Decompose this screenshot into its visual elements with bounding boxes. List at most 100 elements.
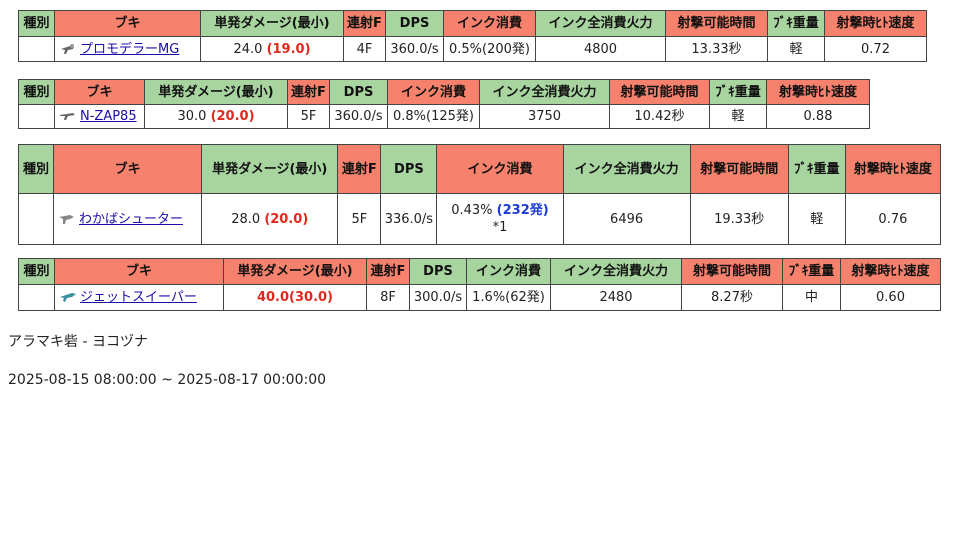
header-fire-time: 射撃可能時間: [681, 258, 783, 285]
cell-dps: 300.0/s: [409, 284, 467, 311]
header-fire-rate: 連射F: [343, 10, 386, 37]
damage-min-value: (20.0): [264, 211, 309, 227]
cell-ink: 0.8%(125発): [387, 104, 480, 129]
damage-min-value: (20.0): [210, 109, 255, 124]
header-weight: ﾌﾞｷ重量: [787, 144, 846, 194]
header-ink-total-power: インク全消費火力: [562, 144, 691, 194]
header-weapon: ブキ: [54, 10, 201, 37]
header-type: 種別: [18, 10, 55, 37]
weapon-link[interactable]: ジェットスイーパー: [80, 290, 197, 305]
header-ink-total-power: インク全消費火力: [479, 79, 610, 105]
header-weight: ﾌﾞｷ重量: [709, 79, 767, 105]
cell-weight: 中: [782, 284, 841, 311]
table-header-row: 種別 ブキ 単発ダメージ(最小) 連射F DPS インク消費 インク全消費火力 …: [18, 10, 927, 37]
damage-value: 28.0: [231, 211, 261, 227]
cell-type: [18, 284, 55, 311]
weapon-table-1: 種別 ブキ 単発ダメージ(最小) 連射F DPS インク消費 インク全消費火力 …: [18, 10, 927, 62]
cell-dps: 360.0/s: [385, 36, 444, 62]
header-ink-total-power: インク全消費火力: [550, 258, 682, 285]
weapon-table-3: 種別 ブキ 単発ダメージ(最小) 連射F DPS インク消費 インク全消費火力 …: [17, 144, 942, 245]
cell-fire-time: 19.33秒: [689, 193, 789, 245]
header-weight: ﾌﾞｷ重量: [782, 258, 841, 285]
cell-weight: 軽: [709, 104, 767, 129]
cell-fire-rate: 5F: [287, 104, 330, 129]
table-row: N-ZAP85 30.0 (20.0) 5F 360.0/s 0.8%(125発…: [18, 104, 870, 129]
header-fire-time: 射撃可能時間: [665, 10, 768, 37]
table-header-row: 種別 ブキ 単発ダメージ(最小) 連射F DPS インク消費 インク全消費火力 …: [18, 79, 870, 105]
header-type: 種別: [17, 144, 55, 194]
cell-damage: 28.0 (20.0): [201, 193, 339, 245]
header-dps: DPS: [385, 10, 444, 37]
cell-weapon: N-ZAP85: [54, 104, 145, 129]
damage-value: 40.0(30.0): [256, 290, 334, 305]
cell-ink-total-power: 4800: [535, 36, 666, 62]
cell-ink: 0.5%(200発): [443, 36, 536, 62]
header-ink: インク消費: [466, 258, 551, 285]
header-fire-time: 射撃可能時間: [689, 144, 789, 194]
cell-ink-total-power: 6496: [562, 193, 691, 245]
cell-damage: 40.0(30.0): [223, 284, 367, 311]
cell-fire-rate: 4F: [343, 36, 386, 62]
header-weight: ﾌﾞｷ重量: [767, 10, 825, 37]
cell-dps: 360.0/s: [329, 104, 388, 129]
table-header-row: 種別 ブキ 単発ダメージ(最小) 連射F DPS インク消費 インク全消費火力 …: [17, 144, 942, 194]
cell-fire-time: 10.42秒: [609, 104, 710, 129]
damage-value: 24.0: [233, 41, 263, 57]
ink-shots: (232発): [496, 203, 549, 218]
header-ink: インク消費: [436, 144, 564, 194]
jet-squelcher-icon: [60, 293, 76, 302]
header-fire-rate: 連射F: [287, 79, 330, 105]
damage-min-value: (19.0): [266, 41, 311, 57]
header-speed: 射撃時ﾋﾄ速度: [824, 10, 927, 37]
pro-mode-gun-icon: [61, 43, 74, 54]
table-header-row: 種別 ブキ 単発ダメージ(最小) 連射F DPS インク消費 インク全消費火力 …: [18, 258, 941, 285]
cell-weapon: わかばシューター: [53, 193, 203, 245]
zap-gun-icon: [60, 113, 75, 120]
header-dps: DPS: [409, 258, 467, 285]
cell-ink: 1.6%(62発): [466, 284, 551, 311]
header-fire-time: 射撃可能時間: [609, 79, 710, 105]
header-weapon: ブキ: [53, 144, 203, 194]
header-weapon: ブキ: [54, 258, 224, 285]
header-ink: インク消費: [443, 10, 536, 37]
cell-speed: 0.88: [766, 104, 870, 129]
cell-type: [17, 193, 55, 245]
weapon-link[interactable]: わかばシューター: [79, 212, 183, 227]
header-damage: 単発ダメージ(最小): [201, 144, 339, 194]
weapon-table-4: 種別 ブキ 単発ダメージ(最小) 連射F DPS インク消費 インク全消費火力 …: [18, 258, 941, 311]
splattershot-jr-icon: [59, 214, 75, 224]
header-damage: 単発ダメージ(最小): [223, 258, 367, 285]
header-dps: DPS: [380, 144, 438, 194]
cell-fire-rate: 5F: [337, 193, 382, 245]
cell-fire-time: 8.27秒: [681, 284, 783, 311]
cell-ink-total-power: 3750: [479, 104, 610, 129]
header-speed: 射撃時ﾋﾄ速度: [766, 79, 870, 105]
header-weapon: ブキ: [54, 79, 145, 105]
weapon-link[interactable]: N-ZAP85: [80, 109, 137, 124]
header-damage: 単発ダメージ(最小): [200, 10, 344, 37]
header-dps: DPS: [329, 79, 388, 105]
table-row: プロモデラーMG 24.0 (19.0) 4F 360.0/s 0.5%(200…: [18, 36, 927, 62]
cell-damage: 30.0 (20.0): [144, 104, 288, 129]
weapon-link[interactable]: プロモデラーMG: [80, 42, 179, 57]
header-speed: 射撃時ﾋﾄ速度: [840, 258, 941, 285]
weapon-table-2: 種別 ブキ 単発ダメージ(最小) 連射F DPS インク消費 インク全消費火力 …: [18, 79, 870, 129]
header-fire-rate: 連射F: [337, 144, 382, 194]
period-line: 2025-08-15 08:00:00 ~ 2025-08-17 00:00:0…: [8, 372, 327, 388]
cell-fire-time: 13.33秒: [665, 36, 768, 62]
stage-line: アラマキ砦 - ヨコヅナ: [8, 334, 148, 350]
cell-weapon: プロモデラーMG: [54, 36, 201, 62]
cell-speed: 0.76: [844, 193, 942, 245]
cell-type: [18, 104, 55, 129]
cell-damage: 24.0 (19.0): [200, 36, 344, 62]
ink-percent: 0.43%: [451, 203, 493, 218]
damage-value: 30.0: [177, 109, 207, 124]
cell-speed: 0.60: [840, 284, 941, 311]
header-type: 種別: [18, 79, 55, 105]
cell-ink: 0.43% (232発) *1: [436, 193, 564, 245]
cell-weight: 軽: [787, 193, 846, 245]
cell-ink-total-power: 2480: [550, 284, 682, 311]
ink-footnote: *1: [492, 220, 508, 235]
table-row: わかばシューター 28.0 (20.0) 5F 336.0/s 0.43% (2…: [17, 193, 942, 245]
cell-weight: 軽: [767, 36, 825, 62]
